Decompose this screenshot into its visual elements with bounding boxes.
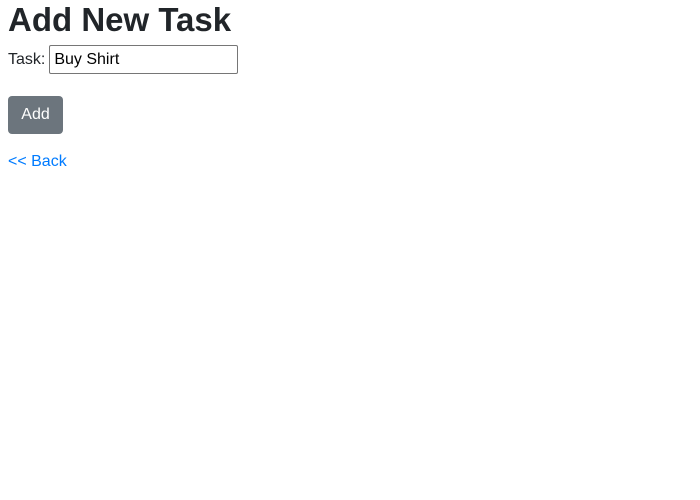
page-container: Add New Task Task: Add << Back <box>0 0 700 500</box>
page-title: Add New Task <box>8 1 232 38</box>
task-form-row: Task: <box>8 45 692 74</box>
add-button[interactable]: Add <box>8 96 63 134</box>
task-label: Task: <box>8 50 46 68</box>
back-link[interactable]: << Back <box>8 153 67 171</box>
task-input[interactable] <box>49 45 239 74</box>
